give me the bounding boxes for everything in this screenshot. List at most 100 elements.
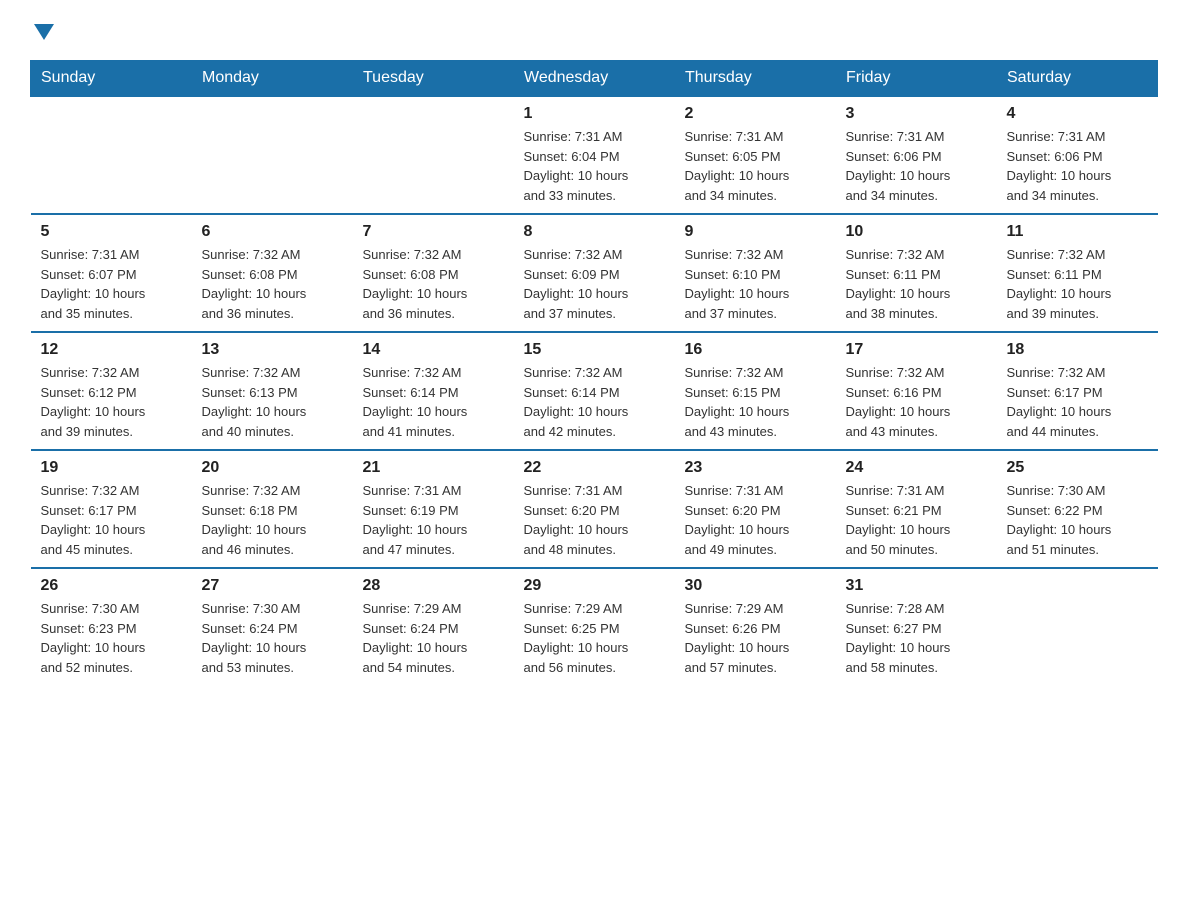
week-row-4: 19 Sunrise: 7:32 AMSunset: 6:17 PMDayligh… [31,450,1158,568]
logo-triangle-icon [34,24,54,40]
week-row-2: 5 Sunrise: 7:31 AMSunset: 6:07 PMDaylight… [31,214,1158,332]
calendar-cell: 8Sunrise: 7:32 AMSunset: 6:09 PMDaylight… [514,214,675,332]
day-number: 8 [524,223,665,241]
calendar-cell: 13Sunrise: 7:32 AMSunset: 6:13 PMDayligh… [192,332,353,450]
day-number: 2 [685,105,826,123]
calendar-cell [997,568,1158,685]
day-number: 1 [524,105,665,123]
day-number: 5 [41,223,182,241]
calendar-cell: 28 Sunrise: 7:29 AMSunset: 6:24 PMDayligh… [353,568,514,685]
day-number: 19 [41,459,182,477]
day-info: Sunrise: 7:31 AMSunset: 6:04 PMDaylight:… [524,127,665,205]
calendar-cell: 26 Sunrise: 7:30 AMSunset: 6:23 PMDayligh… [31,568,192,685]
calendar-cell: 17 Sunrise: 7:32 AMSunset: 6:16 PMDayligh… [836,332,997,450]
page-header [30,20,1158,40]
calendar-cell: 2Sunrise: 7:31 AMSunset: 6:05 PMDaylight… [675,96,836,214]
day-number: 21 [363,459,504,477]
calendar-cell: 16 Sunrise: 7:32 AMSunset: 6:15 PMDayligh… [675,332,836,450]
calendar-cell: 3Sunrise: 7:31 AMSunset: 6:06 PMDaylight… [836,96,997,214]
day-info: Sunrise: 7:32 AMSunset: 6:15 PMDaylight:… [685,363,826,441]
calendar-cell: 20 Sunrise: 7:32 AMSunset: 6:18 PMDayligh… [192,450,353,568]
day-header-saturday: Saturday [997,61,1158,97]
day-info: Sunrise: 7:31 AMSunset: 6:07 PMDaylight:… [41,245,182,323]
day-number: 17 [846,341,987,359]
calendar-cell [192,96,353,214]
day-header-sunday: Sunday [31,61,192,97]
day-info: Sunrise: 7:32 AMSunset: 6:14 PMDaylight:… [524,363,665,441]
day-number: 9 [685,223,826,241]
calendar-cell: 12 Sunrise: 7:32 AMSunset: 6:12 PMDayligh… [31,332,192,450]
calendar-cell: 15Sunrise: 7:32 AMSunset: 6:14 PMDayligh… [514,332,675,450]
day-info: Sunrise: 7:32 AMSunset: 6:17 PMDaylight:… [41,481,182,559]
day-number: 7 [363,223,504,241]
calendar-cell: 21Sunrise: 7:31 AMSunset: 6:19 PMDayligh… [353,450,514,568]
calendar-cell: 30Sunrise: 7:29 AMSunset: 6:26 PMDayligh… [675,568,836,685]
day-header-tuesday: Tuesday [353,61,514,97]
logo [30,20,54,40]
calendar-cell: 5 Sunrise: 7:31 AMSunset: 6:07 PMDaylight… [31,214,192,332]
day-info: Sunrise: 7:31 AMSunset: 6:20 PMDaylight:… [524,481,665,559]
week-row-1: 1 Sunrise: 7:31 AMSunset: 6:04 PMDaylight… [31,96,1158,214]
calendar-cell: 27 Sunrise: 7:30 AMSunset: 6:24 PMDayligh… [192,568,353,685]
day-info: Sunrise: 7:31 AMSunset: 6:20 PMDaylight:… [685,481,826,559]
calendar-cell: 10 Sunrise: 7:32 AMSunset: 6:11 PMDayligh… [836,214,997,332]
day-header-row: SundayMondayTuesdayWednesdayThursdayFrid… [31,61,1158,97]
calendar-cell: 6Sunrise: 7:32 AMSunset: 6:08 PMDaylight… [192,214,353,332]
day-info: Sunrise: 7:30 AMSunset: 6:24 PMDaylight:… [202,599,343,677]
day-header-wednesday: Wednesday [514,61,675,97]
calendar-table: SundayMondayTuesdayWednesdayThursdayFrid… [30,60,1158,685]
day-header-friday: Friday [836,61,997,97]
day-number: 29 [524,577,665,595]
day-number: 16 [685,341,826,359]
week-row-5: 26 Sunrise: 7:30 AMSunset: 6:23 PMDayligh… [31,568,1158,685]
day-number: 20 [202,459,343,477]
day-info: Sunrise: 7:32 AMSunset: 6:14 PMDaylight:… [363,363,504,441]
week-row-3: 12 Sunrise: 7:32 AMSunset: 6:12 PMDayligh… [31,332,1158,450]
day-header-thursday: Thursday [675,61,836,97]
day-info: Sunrise: 7:32 AMSunset: 6:12 PMDaylight:… [41,363,182,441]
calendar-cell [31,96,192,214]
logo-text [30,20,54,40]
day-number: 25 [1007,459,1148,477]
day-number: 27 [202,577,343,595]
calendar-cell: 1 Sunrise: 7:31 AMSunset: 6:04 PMDaylight… [514,96,675,214]
day-number: 22 [524,459,665,477]
calendar-cell: 9 Sunrise: 7:32 AMSunset: 6:10 PMDaylight… [675,214,836,332]
calendar-cell: 22 Sunrise: 7:31 AMSunset: 6:20 PMDayligh… [514,450,675,568]
day-number: 31 [846,577,987,595]
day-number: 26 [41,577,182,595]
day-number: 4 [1007,105,1148,123]
day-info: Sunrise: 7:32 AMSunset: 6:08 PMDaylight:… [363,245,504,323]
day-info: Sunrise: 7:31 AMSunset: 6:21 PMDaylight:… [846,481,987,559]
calendar-cell: 4 Sunrise: 7:31 AMSunset: 6:06 PMDaylight… [997,96,1158,214]
day-info: Sunrise: 7:29 AMSunset: 6:24 PMDaylight:… [363,599,504,677]
day-number: 11 [1007,223,1148,241]
calendar-header: SundayMondayTuesdayWednesdayThursdayFrid… [31,61,1158,97]
day-number: 23 [685,459,826,477]
day-number: 24 [846,459,987,477]
day-number: 10 [846,223,987,241]
day-number: 28 [363,577,504,595]
day-info: Sunrise: 7:28 AMSunset: 6:27 PMDaylight:… [846,599,987,677]
calendar-cell: 29Sunrise: 7:29 AMSunset: 6:25 PMDayligh… [514,568,675,685]
day-info: Sunrise: 7:30 AMSunset: 6:23 PMDaylight:… [41,599,182,677]
day-info: Sunrise: 7:32 AMSunset: 6:11 PMDaylight:… [846,245,987,323]
calendar-cell: 31 Sunrise: 7:28 AMSunset: 6:27 PMDayligh… [836,568,997,685]
day-header-monday: Monday [192,61,353,97]
day-number: 12 [41,341,182,359]
calendar-body: 1 Sunrise: 7:31 AMSunset: 6:04 PMDaylight… [31,96,1158,685]
day-info: Sunrise: 7:32 AMSunset: 6:10 PMDaylight:… [685,245,826,323]
day-number: 18 [1007,341,1148,359]
day-info: Sunrise: 7:32 AMSunset: 6:16 PMDaylight:… [846,363,987,441]
day-info: Sunrise: 7:31 AMSunset: 6:06 PMDaylight:… [1007,127,1148,205]
day-info: Sunrise: 7:32 AMSunset: 6:18 PMDaylight:… [202,481,343,559]
day-info: Sunrise: 7:32 AMSunset: 6:08 PMDaylight:… [202,245,343,323]
day-number: 14 [363,341,504,359]
calendar-cell: 18Sunrise: 7:32 AMSunset: 6:17 PMDayligh… [997,332,1158,450]
calendar-cell: 23 Sunrise: 7:31 AMSunset: 6:20 PMDayligh… [675,450,836,568]
day-info: Sunrise: 7:31 AMSunset: 6:06 PMDaylight:… [846,127,987,205]
calendar-cell [353,96,514,214]
day-info: Sunrise: 7:32 AMSunset: 6:11 PMDaylight:… [1007,245,1148,323]
day-info: Sunrise: 7:29 AMSunset: 6:26 PMDaylight:… [685,599,826,677]
calendar-cell: 14 Sunrise: 7:32 AMSunset: 6:14 PMDayligh… [353,332,514,450]
